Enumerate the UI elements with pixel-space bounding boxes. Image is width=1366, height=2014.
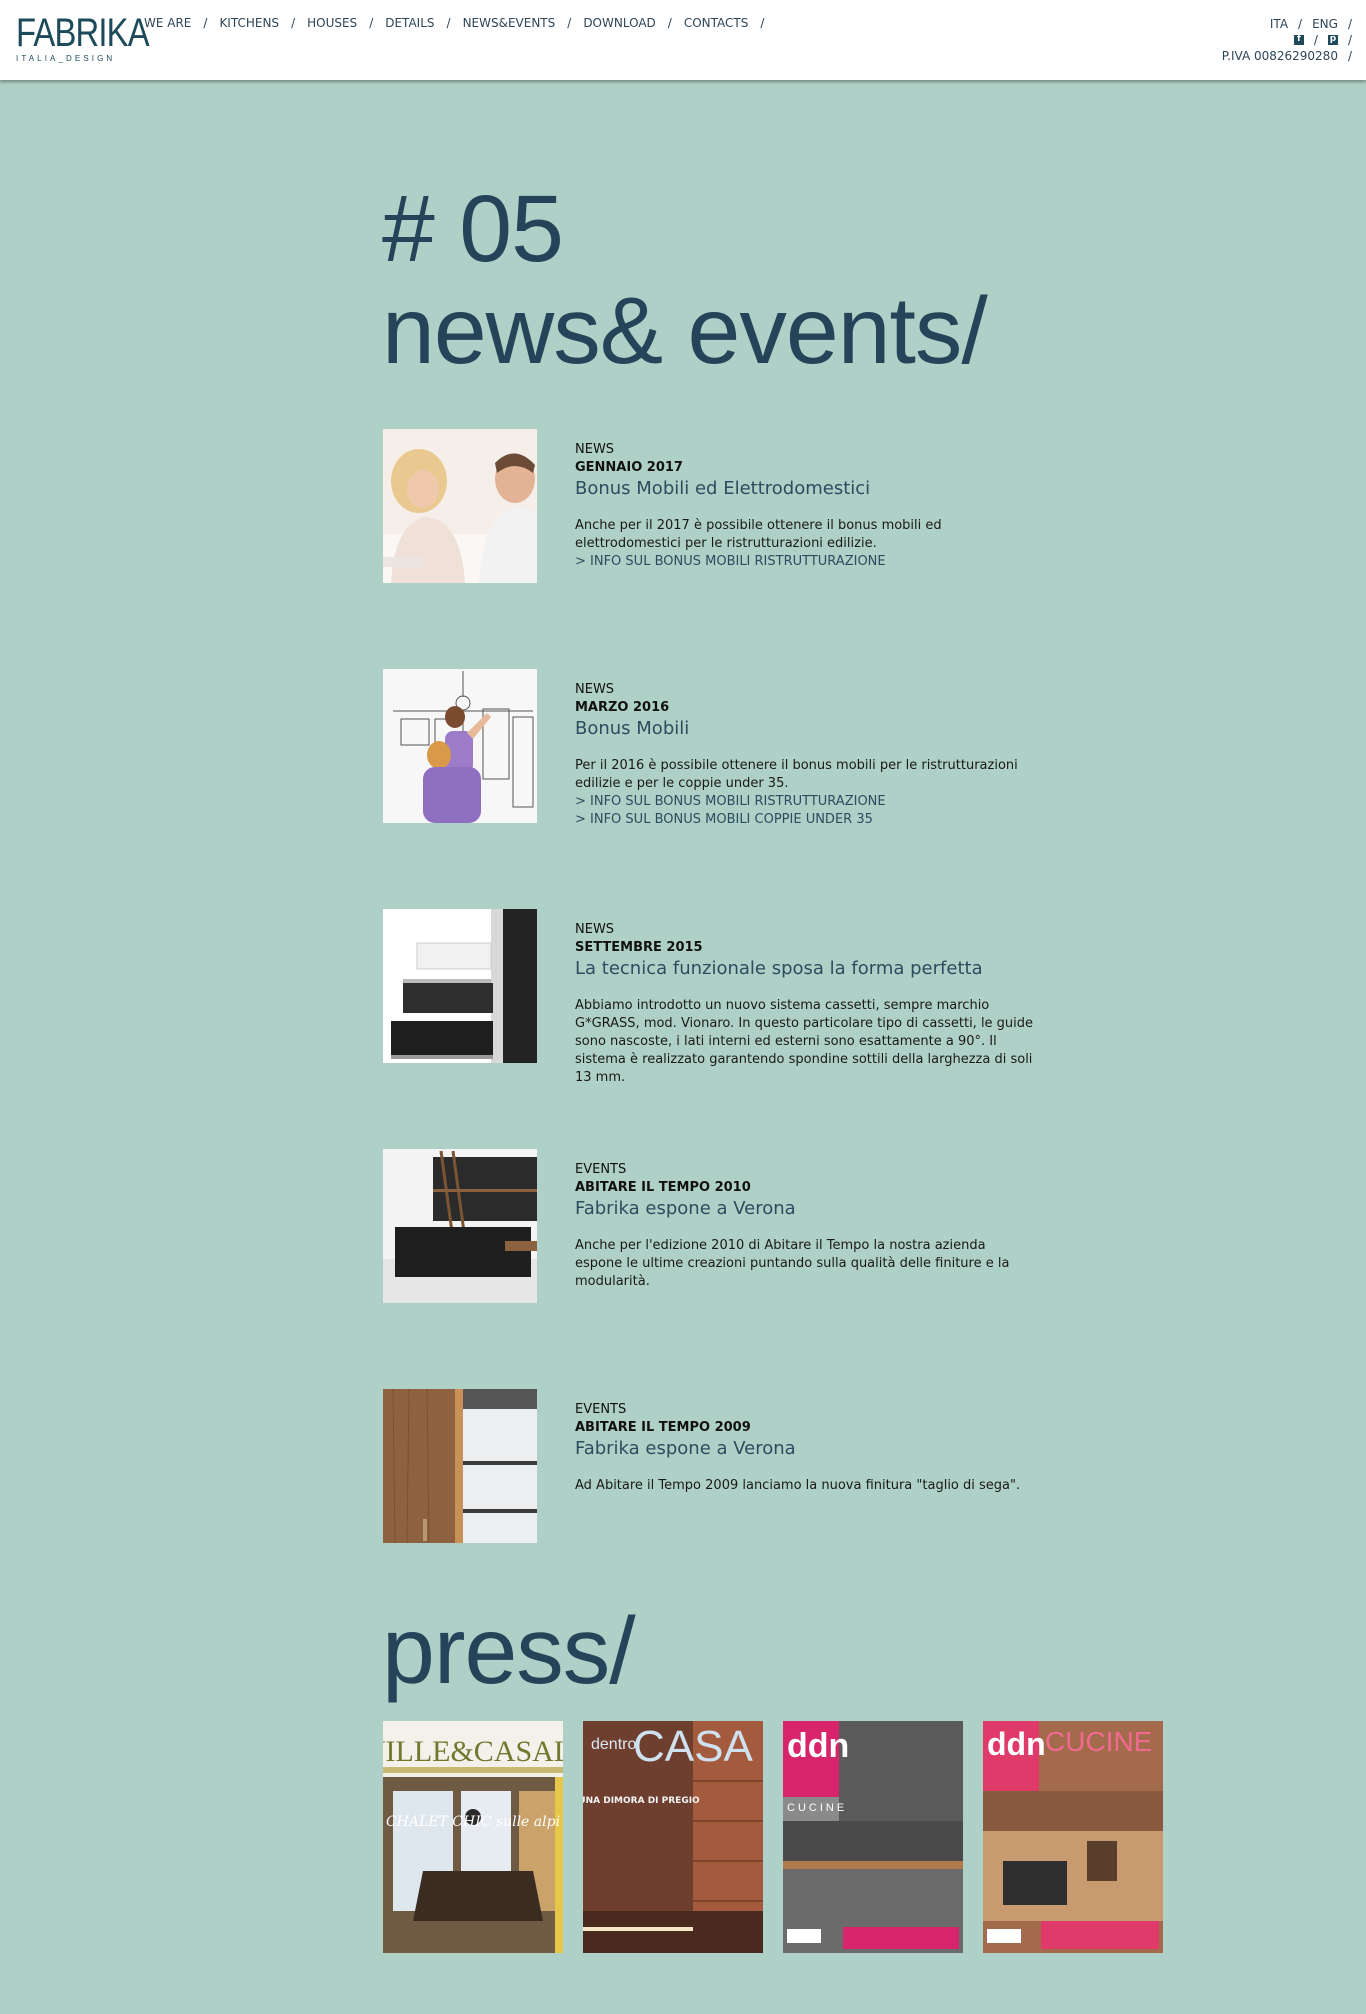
press-cover-dentro-casa[interactable]: dentro CASA UNA DIMORA DI PREGIO <box>583 1721 763 1953</box>
news-date: SETTEMBRE 2015 <box>575 940 703 955</box>
site-header: FABRIKA ITALIA_DESIGN WE ARE / KITCHENS … <box>0 0 1366 80</box>
logo-tagline: ITALIA_DESIGN <box>16 54 116 63</box>
svg-text:ddn: ddn <box>787 1727 849 1765</box>
news-type: NEWS <box>575 682 615 697</box>
svg-text:ddn: ddn <box>987 1726 1046 1762</box>
news-text: EVENTS ABITARE IL TEMPO 2010 Fabrika esp… <box>575 1161 1035 1291</box>
nav-item-we-are: WE ARE / <box>144 16 219 30</box>
news-item: NEWS GENNAIO 2017 Bonus Mobili ed Elettr… <box>383 429 1033 585</box>
news-body: Per il 2016 è possibile ottenere il bonu… <box>575 758 1018 791</box>
press-cover-ddn-cucine-milano[interactable]: ddn CUCINE <box>983 1721 1163 1953</box>
news-title: Bonus Mobili ed Elettrodomestici <box>575 478 871 499</box>
news-date: ABITARE IL TEMPO 2010 <box>575 1180 751 1195</box>
news-text: NEWS GENNAIO 2017 Bonus Mobili ed Elettr… <box>575 441 1035 571</box>
svg-text:UNA DIMORA DI PREGIO: UNA DIMORA DI PREGIO <box>583 1796 700 1806</box>
news-thumbnail-couple[interactable] <box>383 429 537 583</box>
nav-separator: / <box>446 16 451 30</box>
nav-separator: / <box>667 16 672 30</box>
section-number: # 05 <box>382 176 564 282</box>
news-body: Anche per il 2017 è possibile ottenere i… <box>575 518 942 551</box>
vat-number: P.IVA 00826290280 <box>1221 49 1338 63</box>
svg-text:CUCINE: CUCINE <box>787 1802 847 1814</box>
nav-item-download: DOWNLOAD / <box>583 16 684 30</box>
news-thumbnail-exhibit-2010[interactable] <box>383 1149 537 1303</box>
news-body: Ad Abitare il Tempo 2009 lanciamo la nuo… <box>575 1478 1021 1493</box>
nav-link-news-events[interactable]: NEWS&EVENTS <box>463 16 556 30</box>
page-title: news& events/ <box>382 278 988 384</box>
nav-item-details: DETAILS / <box>385 16 462 30</box>
press-cover-ddn-cucine[interactable]: ddn CUCINE <box>783 1721 963 1953</box>
press-title: press/ <box>382 1598 636 1704</box>
fabrika-logo[interactable]: FABRIKA ITALIA_DESIGN <box>16 11 150 66</box>
logo-wordmark: FABRIKA <box>16 11 150 55</box>
lang-eng-link[interactable]: ENG <box>1312 17 1338 31</box>
nav-separator: / <box>369 16 374 30</box>
nav-item-houses: HOUSES / <box>307 16 385 30</box>
nav-link-details[interactable]: DETAILS <box>385 16 434 30</box>
press-cover-ville-casali[interactable]: CHALET CHIC sulle alpi VILLE&CASALI <box>383 1721 563 1953</box>
news-text: NEWS MARZO 2016 Bonus Mobili Per il 2016… <box>575 681 1035 829</box>
news-text: NEWS SETTEMBRE 2015 La tecnica funzional… <box>575 921 1035 1087</box>
nav-separator: / <box>1313 33 1318 47</box>
svg-text:dentro: dentro <box>591 1736 636 1753</box>
news-type: EVENTS <box>575 1162 627 1177</box>
social-links: f / p / <box>1222 32 1352 48</box>
news-item: EVENTS ABITARE IL TEMPO 2009 Fabrika esp… <box>383 1389 1033 1545</box>
nav-link-kitchens[interactable]: KITCHENS <box>219 16 279 30</box>
bonus-info-link[interactable]: > INFO SUL BONUS MOBILI RISTRUTTURAZIONE <box>575 793 1035 811</box>
bonus-info-link[interactable]: > INFO SUL BONUS MOBILI RISTRUTTURAZIONE <box>575 553 1035 571</box>
nav-item-news-events: NEWS&EVENTS / <box>463 16 584 30</box>
news-thumbnail-sketch[interactable] <box>383 669 537 823</box>
news-type: NEWS <box>575 442 615 457</box>
svg-text:CHALET CHIC sulle alpi: CHALET CHIC sulle alpi <box>386 1814 560 1830</box>
nav-separator: / <box>291 16 296 30</box>
news-item: NEWS SETTEMBRE 2015 La tecnica funzional… <box>383 909 1033 1085</box>
news-title: La tecnica funzionale sposa la forma per… <box>575 958 983 979</box>
nav-separator: / <box>1298 17 1303 31</box>
nav-link-contacts[interactable]: CONTACTS <box>684 16 749 30</box>
news-body: Abbiamo introdotto un nuovo sistema cass… <box>575 998 1034 1085</box>
bonus-under35-link[interactable]: > INFO SUL BONUS MOBILI COPPIE UNDER 35 <box>575 811 1035 829</box>
nav-link-we-are[interactable]: WE ARE <box>144 16 191 30</box>
svg-text:CASA: CASA <box>633 1722 753 1771</box>
news-item: EVENTS ABITARE IL TEMPO 2010 Fabrika esp… <box>383 1149 1033 1305</box>
news-title: Bonus Mobili <box>575 718 690 739</box>
press-covers: CHALET CHIC sulle alpi VILLE&CASALI dent… <box>383 1721 1163 1953</box>
nav-item-kitchens: KITCHENS / <box>219 16 307 30</box>
news-title: Fabrika espone a Verona <box>575 1198 796 1219</box>
nav-link-houses[interactable]: HOUSES <box>307 16 357 30</box>
vat-number-row: P.IVA 00826290280 / <box>1222 48 1352 64</box>
nav-separator: / <box>203 16 208 30</box>
news-text: EVENTS ABITARE IL TEMPO 2009 Fabrika esp… <box>575 1401 1035 1495</box>
utility-nav: ITA / ENG / f / p / P.IVA 00826290280 / <box>1222 16 1352 64</box>
news-thumbnail-drawers[interactable] <box>383 909 537 1063</box>
news-type: EVENTS <box>575 1402 627 1417</box>
news-date: ABITARE IL TEMPO 2009 <box>575 1420 751 1435</box>
news-thumbnail-exhibit-2009[interactable] <box>383 1389 537 1543</box>
news-item: NEWS MARZO 2016 Bonus Mobili Per il 2016… <box>383 669 1033 827</box>
nav-separator: / <box>567 16 572 30</box>
news-title: Fabrika espone a Verona <box>575 1438 796 1459</box>
nav-separator: / <box>760 16 765 30</box>
nav-item-contacts: CONTACTS / <box>684 16 777 30</box>
news-type: NEWS <box>575 922 615 937</box>
news-body: Anche per l'edizione 2010 di Abitare il … <box>575 1238 1010 1289</box>
pinterest-icon[interactable]: p <box>1327 34 1338 45</box>
svg-text:CUCINE: CUCINE <box>1045 1726 1152 1757</box>
nav-separator: / <box>1347 49 1352 63</box>
language-switch: ITA / ENG / <box>1222 16 1352 32</box>
main-nav: WE ARE / KITCHENS / HOUSES / DETAILS / N… <box>144 16 776 30</box>
nav-separator: / <box>1347 17 1352 31</box>
news-date: GENNAIO 2017 <box>575 460 683 475</box>
facebook-icon[interactable]: f <box>1293 34 1304 45</box>
nav-link-download[interactable]: DOWNLOAD <box>583 16 655 30</box>
nav-separator: / <box>1347 33 1352 47</box>
svg-text:VILLE&CASALI: VILLE&CASALI <box>383 1735 563 1768</box>
news-date: MARZO 2016 <box>575 700 670 715</box>
lang-ita-link[interactable]: ITA <box>1270 17 1288 31</box>
